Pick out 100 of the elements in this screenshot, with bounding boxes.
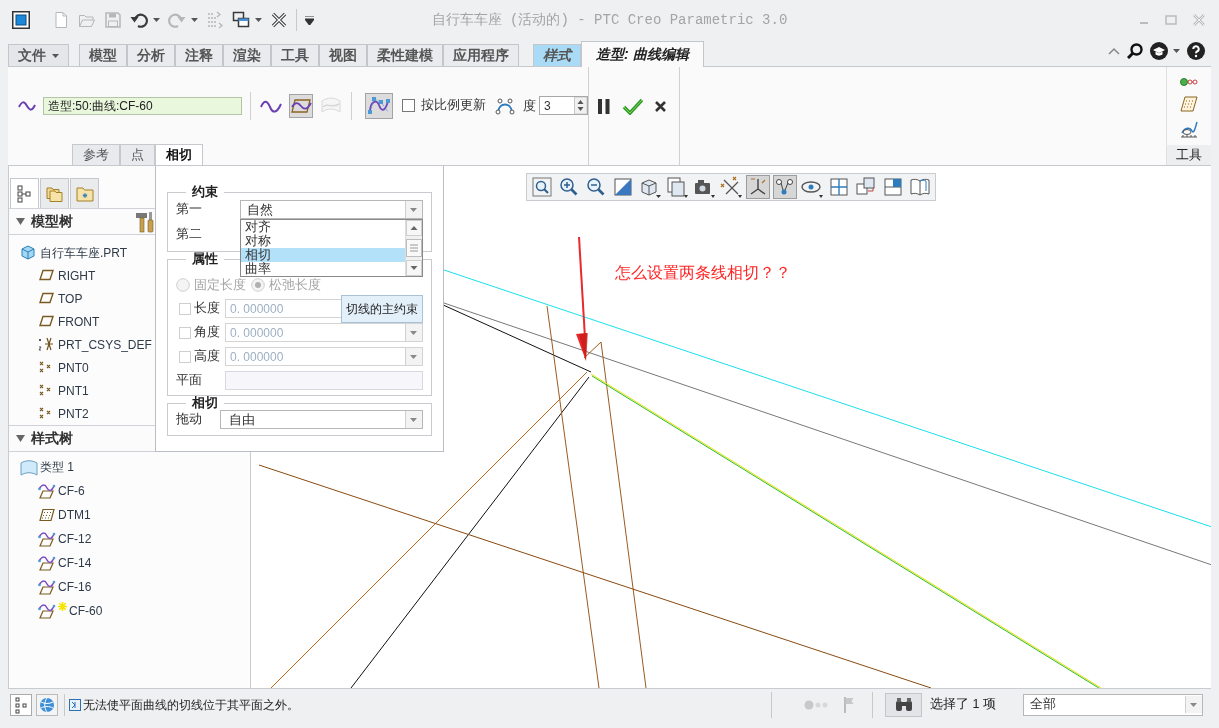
scale-update-label[interactable]: 按比例更新: [421, 96, 486, 115]
spinner-arrows-icon[interactable]: [574, 97, 587, 114]
panel-tab[interactable]: 参考: [72, 144, 120, 165]
field-label: 高度: [194, 348, 220, 366]
app-icon[interactable]: [12, 11, 30, 29]
binoculars-icon[interactable]: [894, 697, 913, 712]
learning-cap-icon[interactable]: [1150, 42, 1168, 60]
datum-display-icon[interactable]: [719, 175, 743, 199]
tree-item-label[interactable]: PRT_CSYS_DEF: [58, 335, 152, 354]
curve-analysis-icon[interactable]: [1180, 121, 1198, 139]
dropdown-option[interactable]: 相切: [241, 248, 405, 262]
tree-item-label[interactable]: CF-60: [69, 602, 103, 620]
tree-item-label[interactable]: 自行车车座.PRT: [40, 243, 128, 262]
expanded-triangle-icon[interactable]: [16, 434, 25, 443]
curve-icon[interactable]: [38, 530, 56, 548]
field-label: 第一: [176, 201, 203, 219]
nodes-icon[interactable]: [773, 175, 797, 199]
repaint-icon[interactable]: [611, 175, 635, 199]
curve-icon[interactable]: [38, 602, 56, 620]
pause-icon[interactable]: [598, 99, 610, 114]
curve-icon[interactable]: [38, 578, 56, 596]
grid-icon[interactable]: [827, 175, 851, 199]
scroll-down-icon[interactable]: [406, 260, 422, 276]
tree-item-label[interactable]: FRONT: [58, 312, 100, 331]
cube-icon[interactable]: [20, 244, 38, 261]
drag-dropdown[interactable]: 自由: [220, 410, 423, 429]
panel-tab[interactable]: 点: [120, 144, 155, 165]
degree-spinner[interactable]: 3: [539, 96, 588, 115]
panel-tab[interactable]: 相切: [155, 144, 203, 165]
customize-caret-icon[interactable]: [305, 15, 314, 25]
tree-item-label[interactable]: PNT0: [58, 358, 89, 377]
ribbon-tab[interactable]: 视图: [319, 44, 367, 66]
scroll-up-icon[interactable]: [406, 220, 422, 236]
navigator-tab[interactable]: [10, 178, 39, 208]
ribbon-tab[interactable]: 柔性建模: [367, 44, 443, 66]
ribbon-tab[interactable]: 注释: [175, 44, 223, 66]
tree-item-label[interactable]: RIGHT: [58, 266, 96, 285]
ribbon-tab[interactable]: 渲染: [223, 44, 271, 66]
folder-star-icon[interactable]: [75, 184, 94, 203]
ribbon-tab[interactable]: 应用程序: [443, 44, 519, 66]
navigator-tab[interactable]: [40, 178, 69, 208]
group-title: 相切: [191, 396, 219, 410]
folders-icon[interactable]: [45, 184, 64, 203]
caret-icon[interactable]: [191, 18, 198, 22]
scroll-thumb[interactable]: [406, 239, 422, 257]
curve-icon[interactable]: [38, 554, 56, 572]
search-icon[interactable]: [1127, 43, 1143, 59]
help-icon[interactable]: [1187, 42, 1205, 60]
ribbon-tab[interactable]: 样式: [533, 44, 581, 66]
datum-plane-icon[interactable]: [1180, 96, 1198, 112]
tree-item-label[interactable]: 类型 1: [40, 458, 74, 476]
planar-curve-icon[interactable]: [289, 93, 313, 118]
tree-item-label[interactable]: DTM1: [58, 506, 91, 524]
undo-icon[interactable]: [130, 11, 148, 29]
field-label: 第二: [176, 226, 203, 244]
curve-name-field[interactable]: 造型:50:曲线:CF-60: [43, 96, 242, 115]
cancel-icon[interactable]: [655, 101, 666, 112]
curve-icon[interactable]: [38, 482, 56, 500]
scrollbar[interactable]: [405, 220, 422, 276]
ribbon-tab[interactable]: 模型: [79, 44, 127, 66]
tree-item-label[interactable]: CF-6: [58, 482, 85, 500]
zoom-fit-icon[interactable]: [530, 175, 554, 199]
caret-icon[interactable]: [1173, 49, 1180, 53]
tree-item-label[interactable]: CF-14: [58, 554, 92, 572]
ribbon-tab[interactable]: 分析: [127, 44, 175, 66]
tree-item-label[interactable]: CF-16: [58, 578, 92, 596]
close-window-icon[interactable]: [270, 11, 288, 29]
caret-icon[interactable]: [52, 53, 59, 58]
csys-icon[interactable]: [38, 336, 56, 353]
nodes-icon[interactable]: [1180, 77, 1198, 87]
filter-dropdown[interactable]: 全部: [1023, 693, 1203, 716]
expanded-triangle-icon[interactable]: [16, 217, 25, 226]
checkbox[interactable]: [402, 99, 415, 112]
windows-icon[interactable]: [232, 11, 250, 29]
dropdown-option[interactable]: 曲率: [241, 262, 405, 276]
tree-item-label[interactable]: TOP: [58, 289, 83, 308]
caret-icon[interactable]: [153, 18, 160, 22]
pane-icon[interactable]: [881, 175, 905, 199]
control-points-icon[interactable]: [365, 92, 393, 119]
file-menu-tab[interactable]: 文件: [8, 44, 69, 66]
axes-icon[interactable]: [746, 175, 770, 199]
datum-plane-icon[interactable]: [38, 506, 56, 524]
tree-item-label[interactable]: PNT1: [58, 381, 89, 400]
globe-icon[interactable]: [36, 693, 58, 716]
checkmark-icon[interactable]: [622, 98, 643, 115]
tree-item-label[interactable]: CF-12: [58, 530, 92, 548]
ribbon-tab[interactable]: 工具: [271, 44, 319, 66]
find-button[interactable]: [885, 692, 923, 717]
collapse-ribbon-icon[interactable]: [1108, 47, 1120, 55]
dropdown-option[interactable]: 对齐: [241, 220, 405, 234]
tree-icon[interactable]: [10, 693, 32, 716]
saved-views-icon[interactable]: [665, 175, 689, 199]
tree-item-label[interactable]: PNT2: [58, 404, 89, 423]
hammer-screwdriver-icon[interactable]: [134, 210, 154, 233]
ribbon-tab[interactable]: 造型: 曲线编辑: [581, 41, 704, 67]
constraint-dropdown[interactable]: 自然: [240, 200, 423, 219]
caret-icon[interactable]: [255, 18, 262, 22]
tree-icon[interactable]: [15, 184, 34, 203]
dropdown-option[interactable]: 对称: [241, 234, 405, 248]
plane-field[interactable]: [225, 371, 423, 390]
